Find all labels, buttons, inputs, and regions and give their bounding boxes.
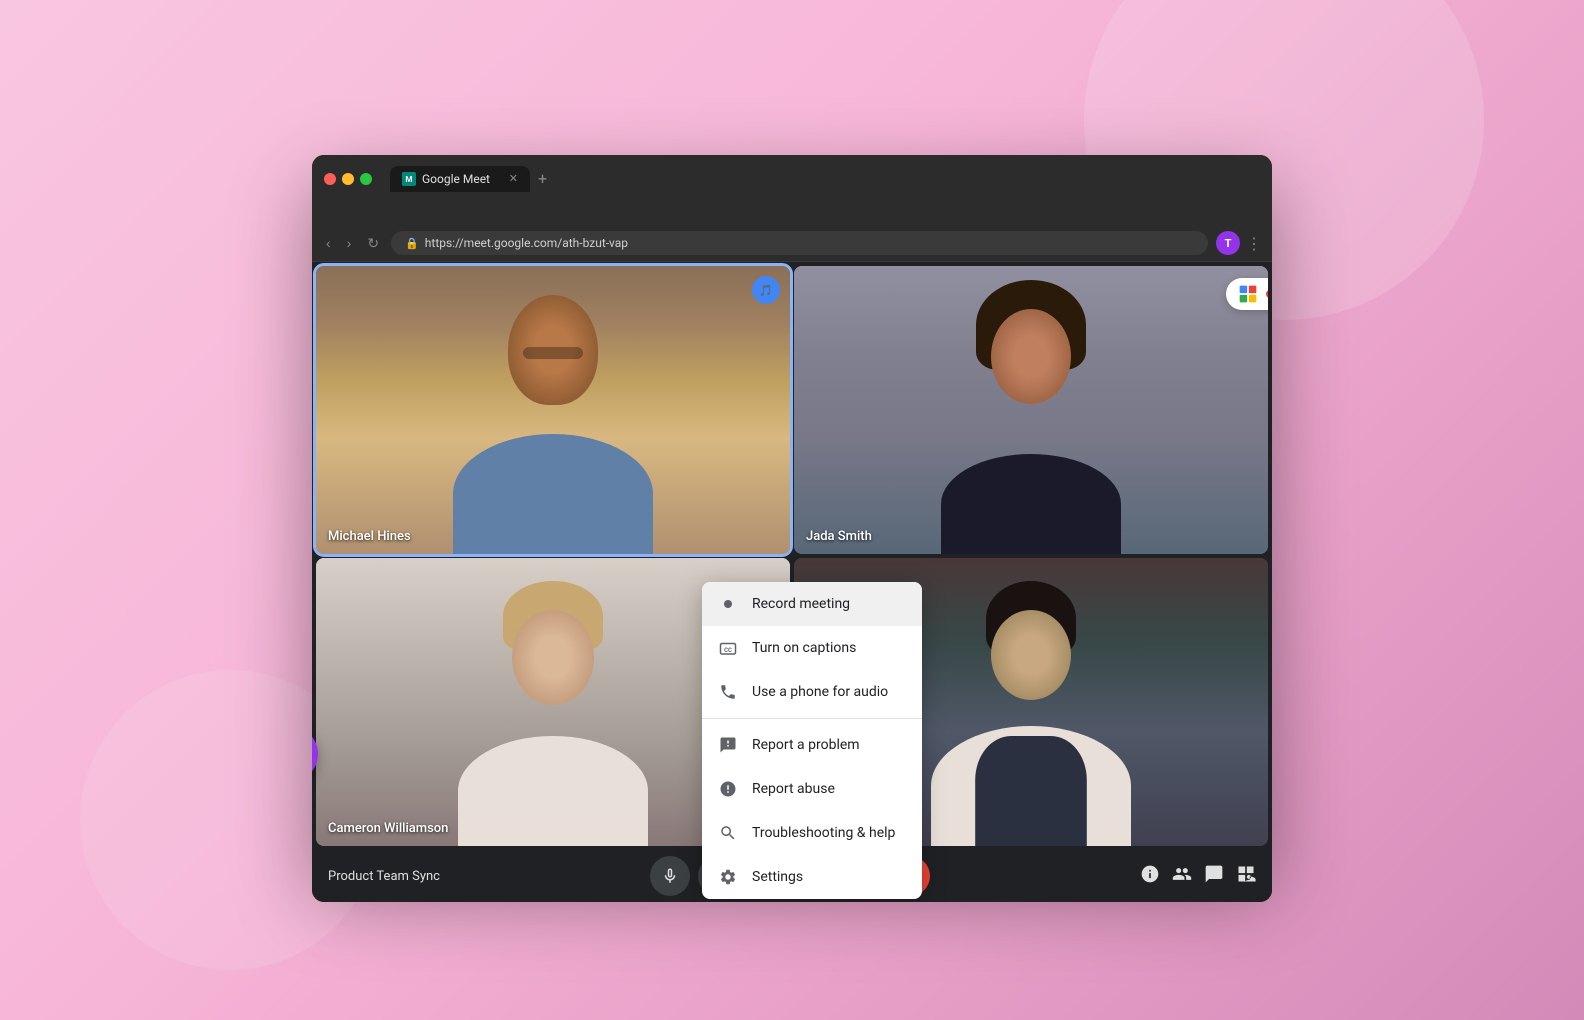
- video-bg-jada: [794, 266, 1268, 554]
- address-bar-row: ‹ › ↻ 🔒 https://meet.google.com/ath-bzut…: [312, 225, 1272, 262]
- chat-button[interactable]: [1204, 864, 1224, 889]
- record-icon: [718, 594, 738, 614]
- address-field[interactable]: 🔒 https://meet.google.com/ath-bzut-vap: [391, 231, 1208, 255]
- report-abuse-icon: [718, 779, 738, 799]
- url-text: https://meet.google.com/ath-bzut-vap: [425, 236, 628, 250]
- menu-label-report-problem: Report a problem: [752, 737, 860, 753]
- browser-actions: T ⋮: [1216, 231, 1262, 255]
- captions-icon: CC: [718, 638, 738, 658]
- meet-favicon-icon: M: [402, 172, 416, 186]
- video-bg-michael: [316, 266, 790, 554]
- info-icon: [1140, 864, 1160, 884]
- menu-item-report-abuse[interactable]: Report abuse: [702, 767, 922, 811]
- info-button[interactable]: [1140, 864, 1160, 889]
- rec-dot: [1266, 290, 1268, 298]
- meet-content: 🎵 Michael Hines Jada Smith: [312, 262, 1272, 902]
- browser-menu-button[interactable]: ⋮: [1246, 234, 1262, 253]
- tab-bar: M Google Meet ✕ +: [390, 165, 1260, 192]
- meet-logo-icon: [1238, 284, 1258, 304]
- chat-icon: [1204, 864, 1224, 884]
- participant-name-jada: Jada Smith: [806, 529, 872, 544]
- tab-close-button[interactable]: ✕: [509, 172, 518, 185]
- lock-icon: 🔒: [405, 237, 419, 250]
- menu-label-record: Record meeting: [752, 596, 850, 612]
- activities-icon: [1236, 864, 1256, 884]
- rec-badge: REC: [1226, 278, 1268, 310]
- menu-item-record[interactable]: Record meeting: [702, 582, 922, 626]
- menu-item-phone[interactable]: Use a phone for audio: [702, 670, 922, 714]
- active-tab[interactable]: M Google Meet ✕: [390, 166, 530, 192]
- mic-active-indicator: 🎵: [752, 276, 780, 304]
- new-tab-button[interactable]: +: [534, 165, 551, 192]
- menu-label-settings: Settings: [752, 869, 803, 885]
- toolbar-right: [1140, 864, 1256, 889]
- maximize-window-button[interactable]: [360, 173, 372, 185]
- menu-label-captions: Turn on captions: [752, 640, 856, 656]
- participant-name-cameron: Cameron Williamson: [328, 821, 448, 836]
- people-icon: [1172, 864, 1192, 884]
- report-problem-icon: [718, 735, 738, 755]
- phone-icon: [718, 682, 738, 702]
- menu-label-phone: Use a phone for audio: [752, 684, 888, 700]
- menu-item-captions[interactable]: CC Turn on captions: [702, 626, 922, 670]
- menu-item-report-problem[interactable]: Report a problem: [702, 723, 922, 767]
- menu-divider-1: [702, 718, 922, 719]
- close-window-button[interactable]: [324, 173, 336, 185]
- menu-item-troubleshooting[interactable]: Troubleshooting & help: [702, 811, 922, 855]
- browser-window: M Google Meet ✕ + ‹ › ↻ 🔒 https://meet.g…: [312, 155, 1272, 865]
- extension-icon[interactable]: T: [1216, 231, 1240, 255]
- browser-chrome: M Google Meet ✕ +: [312, 155, 1272, 225]
- video-tile-jada: Jada Smith REC: [794, 266, 1268, 554]
- forward-button[interactable]: ›: [343, 233, 356, 253]
- activities-button[interactable]: [1236, 864, 1256, 889]
- tab-title: Google Meet: [422, 172, 490, 186]
- mic-icon: [661, 867, 679, 885]
- menu-item-settings[interactable]: Settings: [702, 855, 922, 899]
- mic-button[interactable]: [650, 856, 690, 896]
- minimize-window-button[interactable]: [342, 173, 354, 185]
- video-tile-michael: 🎵 Michael Hines: [316, 266, 790, 554]
- settings-icon: [718, 867, 738, 887]
- troubleshooting-icon: [718, 823, 738, 843]
- svg-text:M: M: [405, 173, 412, 183]
- menu-label-troubleshooting: Troubleshooting & help: [752, 825, 895, 841]
- back-button[interactable]: ‹: [322, 233, 335, 253]
- menu-label-report-abuse: Report abuse: [752, 781, 835, 797]
- participant-name-michael: Michael Hines: [328, 529, 411, 544]
- meeting-name: Product Team Sync: [328, 869, 440, 884]
- refresh-button[interactable]: ↻: [363, 233, 383, 254]
- svg-text:CC: CC: [724, 647, 732, 654]
- context-menu: Record meeting CC Turn on captions U: [702, 582, 922, 899]
- traffic-lights-row: M Google Meet ✕ +: [324, 165, 1260, 192]
- people-button[interactable]: [1172, 864, 1192, 889]
